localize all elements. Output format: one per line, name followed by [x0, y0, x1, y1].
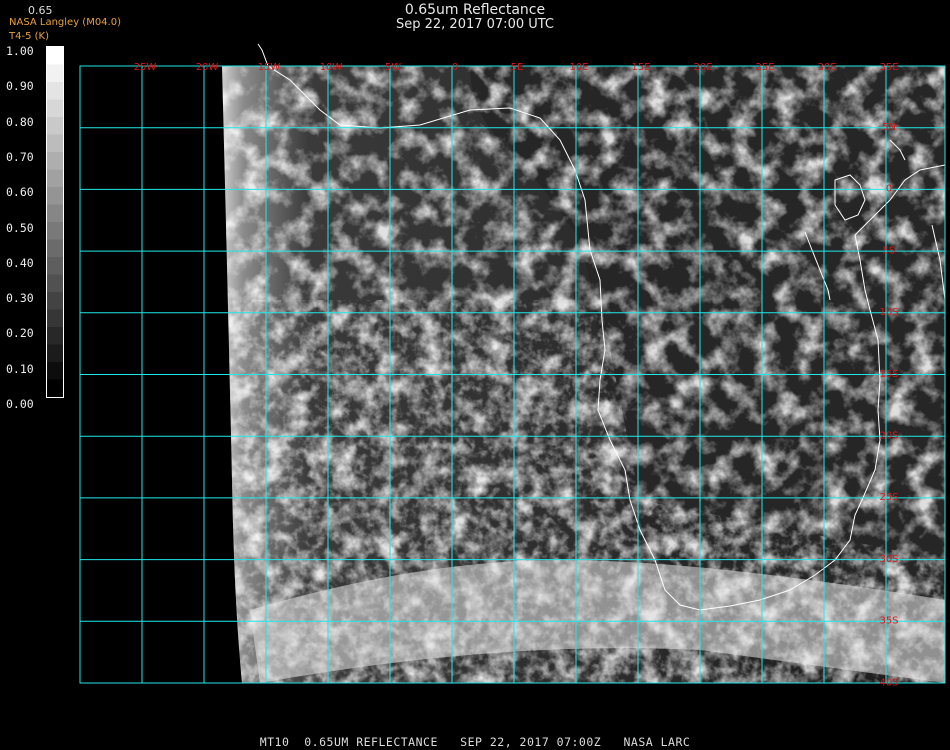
- longitude-label: 20E: [693, 62, 712, 73]
- longitude-label: 15E: [631, 62, 650, 73]
- longitude-label: 25W: [134, 62, 157, 73]
- footer-datetime: SEP 22, 2017 07:00Z: [460, 735, 602, 749]
- longitude-label: 5E: [511, 62, 524, 73]
- longitude-label: 25E: [755, 62, 774, 73]
- latitude-label: 35S: [879, 616, 898, 627]
- longitude-label: 35E: [879, 62, 898, 73]
- latitude-label: 0: [886, 184, 892, 195]
- footer-caption: MT10 0.65UM REFLECTANCE SEP 22, 2017 07:…: [0, 735, 950, 749]
- latitude-label: 30S: [879, 554, 898, 565]
- longitude-label: 20W: [196, 62, 219, 73]
- footer-source: NASA LARC: [623, 735, 691, 749]
- longitude-label: 15W: [258, 62, 281, 73]
- latitude-label: 25S: [879, 492, 898, 503]
- latitude-label: 5N: [882, 122, 896, 133]
- latitude-label: 40S: [879, 677, 898, 688]
- latitude-label: 20S: [879, 431, 898, 442]
- latitude-label: 15S: [879, 369, 898, 380]
- satellite-map: 25W 20W 15W 10W 5W 0 5E 10E 15E 20E 25E 30E 35E 5N 0 5…: [79, 43, 946, 688]
- latitude-label: 10S: [879, 307, 898, 318]
- latitude-label: 5S: [883, 245, 896, 256]
- longitude-label: 5W: [385, 62, 401, 73]
- longitude-label: 10E: [569, 62, 588, 73]
- footer-channel: 0.65UM REFLECTANCE: [304, 735, 438, 749]
- longitude-label: 30E: [817, 62, 836, 73]
- longitude-label: 0: [452, 62, 458, 73]
- longitude-label: 10W: [320, 62, 343, 73]
- footer-product: MT10: [259, 735, 290, 749]
